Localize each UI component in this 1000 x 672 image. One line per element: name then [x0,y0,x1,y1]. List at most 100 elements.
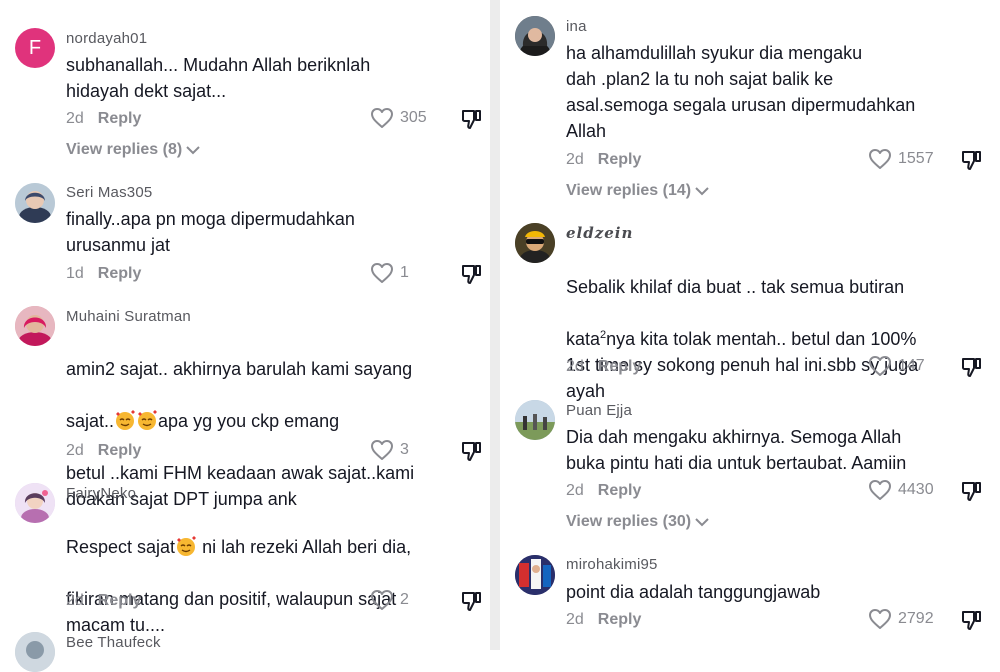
avatar-image [15,183,55,223]
comment-text-segment: Sebalik khilaf dia buat .. tak semua but… [566,277,905,297]
comment-text-line: amin2 sajat.. akhirnya barulah kami saya… [66,359,413,379]
like-button[interactable]: 147 [868,355,925,377]
avatar[interactable]: F [15,28,55,68]
dislike-button[interactable] [460,590,482,617]
like-count: 1557 [898,150,934,167]
comment-text: Sebalik khilaf dia buat .. tak semua but… [566,248,986,404]
comment-text: finally..apa pn moga dipermudahkan urusa… [66,209,355,255]
avatar-image [515,400,555,440]
comment-text: subhanallah... Mudahn Allah beriknlah hi… [66,55,371,101]
avatar-image [15,632,55,672]
thumbs-down-icon [961,482,981,501]
avatar[interactable] [15,483,55,523]
username[interactable]: ina [566,18,587,35]
heart-outline-icon [371,440,393,460]
like-button[interactable]: 3 [370,439,409,461]
dislike-button[interactable] [460,108,482,135]
dislike-button[interactable] [960,480,982,507]
reply-button[interactable]: Reply [598,482,642,499]
username[interactable]: nordayah01 [66,30,147,47]
username[interactable]: eldzein [566,224,633,242]
comment-meta: 2d Reply [66,592,141,610]
username[interactable]: Puan Ejja [566,402,632,419]
view-replies-button[interactable]: View replies (30) [566,513,709,531]
timestamp: 1d [66,265,84,282]
like-button[interactable]: 305 [370,107,427,129]
comment-text: point dia adalah tanggungjawab [566,582,821,602]
username[interactable]: FairyNeko [66,485,136,502]
heart-outline-icon [371,263,393,283]
like-count: 305 [400,109,427,126]
like-count: 2792 [898,610,934,627]
heart-outline-icon [869,609,891,629]
dislike-button[interactable] [460,263,482,290]
avatar-image [15,306,55,346]
timestamp: 2d [566,151,584,168]
avatar[interactable] [515,223,555,263]
timestamp: 2d [566,611,584,628]
username[interactable]: mirohakimi95 [566,556,658,573]
avatar-image [15,483,55,523]
comment-meta: 2d Reply [566,482,641,500]
thumbs-down-icon [961,358,981,377]
username[interactable]: Bee Thaufeck [66,634,161,651]
comment-text-segment: ni lah rezeki Allah beri dia, [197,537,412,557]
comments-column-right: ina ha alhamdulillah syukur dia mengaku … [500,0,1000,650]
dislike-button[interactable] [960,609,982,636]
reply-button[interactable]: Reply [98,592,142,609]
timestamp: 2d [66,442,84,459]
chevron-down-icon [695,187,709,196]
chevron-down-icon [186,146,200,155]
like-button[interactable]: 1557 [868,148,934,170]
avatar-image [515,223,555,263]
avatar[interactable] [15,306,55,346]
comment-meta: 2d Reply [66,442,141,460]
reply-button[interactable]: Reply [598,151,642,168]
heart-outline-icon [371,108,393,128]
reply-button[interactable]: Reply [98,265,142,282]
view-replies-button[interactable]: View replies (8) [66,141,200,159]
like-button[interactable]: 2792 [868,608,934,630]
timestamp: 2d [66,110,84,127]
timestamp: 2d [566,482,584,499]
column-divider [490,0,500,650]
like-button[interactable]: 2 [370,589,409,611]
avatar-image [515,16,555,56]
avatar[interactable] [515,400,555,440]
dislike-button[interactable] [960,149,982,176]
dislike-button[interactable] [460,440,482,467]
comment-text: ha alhamdulillah syukur dia mengaku dah … [566,43,916,141]
comment-text-segment: sajat.. [66,411,115,431]
comment-meta: 1d Reply [66,265,141,283]
comment-meta: 2d Reply [66,110,141,128]
reply-button[interactable]: Reply [98,110,142,127]
reply-button[interactable]: Reply [98,442,142,459]
thumbs-down-icon [961,151,981,170]
reply-button[interactable]: Reply [598,611,642,628]
comment-meta: 2d Reply [566,151,641,169]
reply-button[interactable]: Reply [598,358,642,375]
smiling-face-with-hearts-emoji [116,410,136,430]
heart-outline-icon [869,480,891,500]
comment-text: Respect sajat ni lah rezeki Allah beri d… [66,508,466,638]
like-button[interactable]: 4430 [868,479,934,501]
avatar[interactable] [15,183,55,223]
smiling-face-with-hearts-emoji [177,536,197,556]
username[interactable]: Muhaini Suratman [66,308,191,325]
thumbs-down-icon [461,592,481,611]
avatar[interactable] [15,632,55,672]
view-replies-label: View replies (30) [566,513,692,530]
view-replies-button[interactable]: View replies (14) [566,182,709,200]
like-count: 2 [400,591,409,608]
like-button[interactable]: 1 [370,262,409,284]
heart-outline-icon [869,356,891,376]
avatar[interactable] [515,16,555,56]
smiling-face-with-hearts-emoji [138,410,158,430]
username[interactable]: Seri Mas305 [66,184,152,201]
thumbs-down-icon [461,110,481,129]
like-count: 4430 [898,481,934,498]
view-replies-label: View replies (14) [566,182,692,199]
dislike-button[interactable] [960,356,982,383]
avatar-image [515,555,555,595]
avatar[interactable] [515,555,555,595]
